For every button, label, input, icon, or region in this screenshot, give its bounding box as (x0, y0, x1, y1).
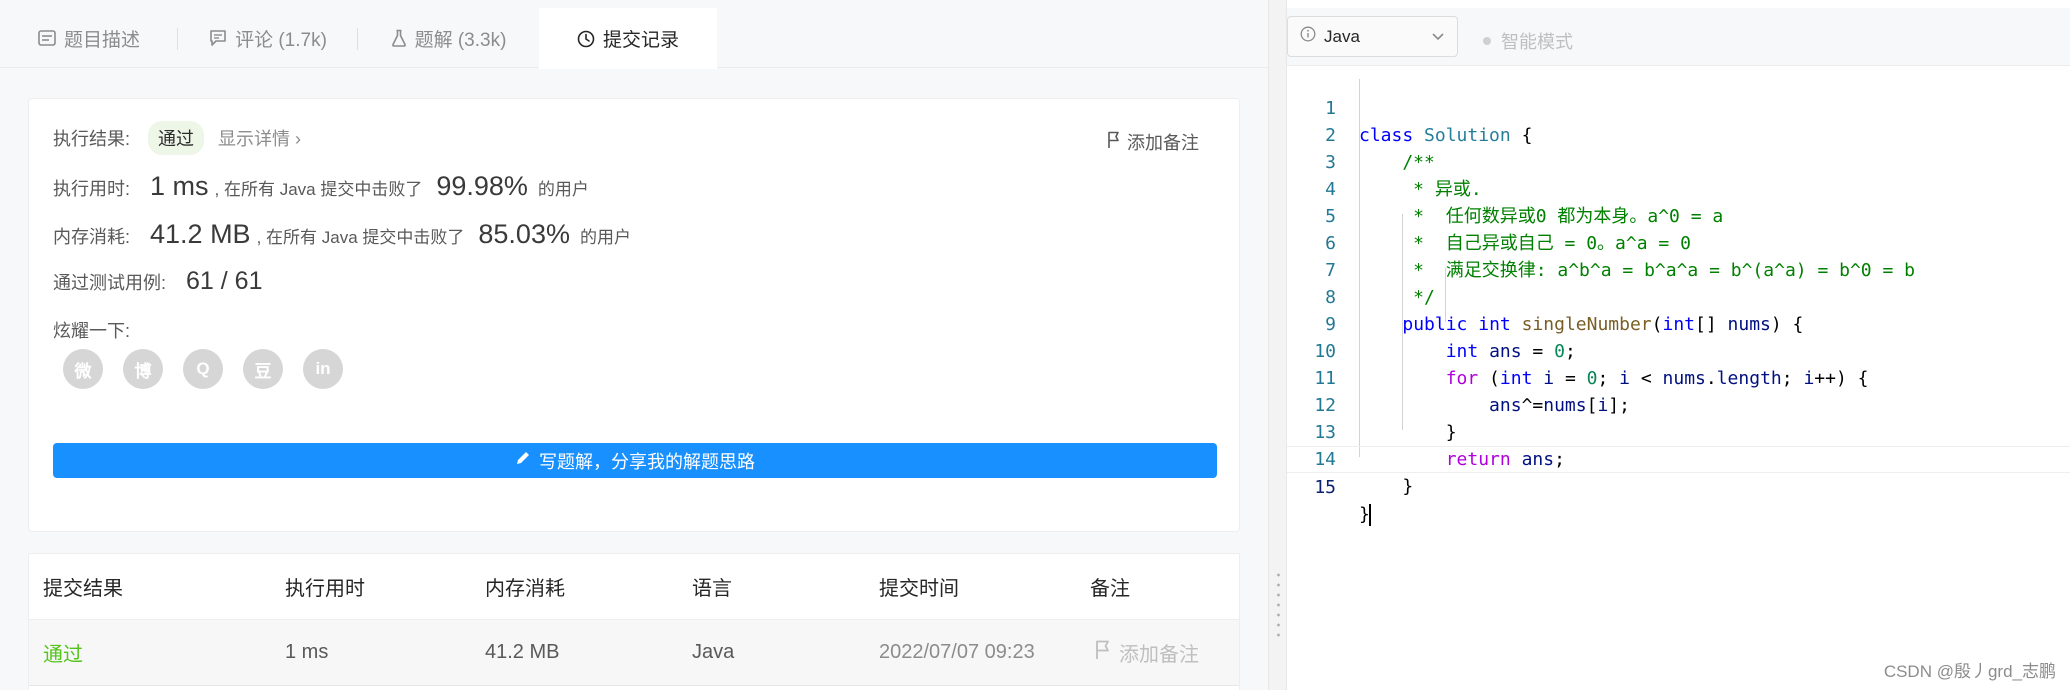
chevron-down-icon (1431, 27, 1445, 47)
info-icon (1300, 26, 1316, 47)
tab-bar: 题目描述 评论 (1.7k) 题解 (3.3k) 提交记录 (0, 8, 1268, 69)
flag-icon (1107, 131, 1121, 154)
code-line: 7 */ (1287, 230, 2070, 308)
code-line: 4 * 任何数异或0 都为本身。a^0 = a (1287, 149, 2070, 227)
add-note-button[interactable]: 添加备注 (1107, 129, 1199, 155)
testcases-value: 61 / 61 (186, 267, 263, 295)
code-line: 9 int ans = 0; (1287, 284, 2070, 362)
language-select[interactable]: Java (1287, 16, 1458, 57)
line-number: 15 (1314, 477, 1336, 498)
tab-submissions-label: 提交记录 (602, 30, 679, 51)
code-line: 5 * 自己异或自己 = 0。a^a = 0 (1287, 176, 2070, 254)
tab-solutions[interactable]: 题解 (3.3k) (358, 8, 539, 68)
wechat-icon[interactable]: 微 (63, 349, 103, 389)
code-line: 12 } (1287, 365, 2070, 443)
flask-icon (391, 29, 407, 47)
code-line: 8 public int singleNumber(int[] nums) { (1287, 257, 2070, 335)
code-line-current: 15 } (1287, 446, 2070, 526)
code-editor[interactable]: 1 class Solution { 2 /** 3 * 异或. 4 * 任何数… (1287, 68, 2070, 690)
memory-row: 内存消耗: 41.2 MB , 在所有 Java 提交中击败了 85.03% 的… (53, 219, 631, 250)
tab-description[interactable]: 题目描述 (0, 8, 178, 68)
col-time-header: 提交时间 (879, 578, 959, 600)
memory-suffix: 的用户 (579, 228, 631, 247)
app-root: 题目描述 评论 (1.7k) 题解 (3.3k) 提交记录 执行结果: 通过 显… (0, 0, 2070, 690)
drag-handle-icon (1277, 570, 1280, 640)
status-label: 执行结果: (53, 129, 131, 149)
row-submitted-time: 2022/07/07 09:23 (879, 641, 1035, 663)
add-note-label: 添加备注 (1127, 133, 1199, 153)
smart-mode-toggle[interactable]: 智能模式 (1483, 28, 1573, 54)
row-status[interactable]: 通过 (43, 638, 83, 667)
row-memory: 41.2 MB (485, 641, 560, 663)
code-text: } (1359, 504, 1371, 526)
table-header: 提交结果 执行用时 内存消耗 语言 提交时间 备注 (29, 554, 1239, 620)
smart-mode-label: 智能模式 (1501, 32, 1573, 52)
row-add-note-button[interactable]: 添加备注 (1095, 638, 1199, 667)
flag-icon (1095, 640, 1111, 666)
col-status-header: 提交结果 (43, 578, 123, 600)
col-note-header: 备注 (1090, 578, 1130, 600)
runtime-suffix: 的用户 (537, 180, 589, 199)
code-line: 3 * 异或. (1287, 122, 2070, 200)
memory-label: 内存消耗: (53, 227, 131, 247)
watermark: CSDN @殷丿grd_志鹏 (1883, 662, 2056, 681)
result-card: 执行结果: 通过 显示详情 › 添加备注 执行用时: 1 ms , 在所有 Ja… (28, 98, 1240, 532)
memory-beat-text: , 在所有 Java 提交中击败了 (256, 228, 465, 247)
write-solution-button[interactable]: 写题解，分享我的解题思路 (53, 443, 1217, 478)
pane-splitter[interactable] (1268, 0, 1287, 690)
col-memory-header: 内存消耗 (485, 578, 565, 600)
tab-solutions-label: 题解 (3.3k) (414, 29, 507, 51)
runtime-percentile: 99.98% (436, 171, 528, 201)
status-row: 执行结果: 通过 显示详情 › (53, 121, 301, 155)
douban-icon[interactable]: 豆 (243, 349, 283, 389)
clock-icon (577, 30, 595, 48)
pencil-icon (515, 450, 531, 471)
tab-comments-label: 评论 (1.7k) (235, 29, 327, 51)
col-runtime-header: 执行用时 (285, 578, 365, 600)
code-line: 13 return ans; (1287, 392, 2070, 470)
submission-pane: 题目描述 评论 (1.7k) 题解 (3.3k) 提交记录 执行结果: 通过 显… (0, 0, 1268, 690)
code-line: 10 for (int i = 0; i < nums.length; i++)… (1287, 311, 2070, 389)
code-line: 11 ans^=nums[i]; (1287, 338, 2070, 416)
tab-comments[interactable]: 评论 (1.7k) (178, 8, 358, 68)
editor-toolbar: Java 智能模式 (1287, 8, 2070, 66)
submissions-table: 提交结果 执行用时 内存消耗 语言 提交时间 备注 通过 1 ms 41.2 M… (28, 553, 1240, 690)
table-row[interactable]: 通过 1 ms 41.2 MB Java 2022/07/07 09:23 添加… (29, 620, 1239, 686)
code-line: 1 class Solution { (1287, 68, 2070, 146)
editor-pane: Java 智能模式 1 class Solution { 2 /** 3 * 异… (1287, 0, 2070, 690)
code-line: 14 } (1287, 419, 2070, 497)
share-row: 炫耀一下: (53, 317, 130, 343)
runtime-beat-text: , 在所有 Java 提交中击败了 (214, 180, 423, 199)
share-icons: 微 博 Q 豆 in (63, 349, 343, 389)
weibo-icon[interactable]: 博 (123, 349, 163, 389)
code-line: 6 * 满足交换律: a^b^a = b^a^a = b^(a^a) = b^0… (1287, 203, 2070, 281)
text-cursor (1368, 504, 1371, 526)
share-label: 炫耀一下: (53, 321, 131, 341)
write-solution-label: 写题解，分享我的解题思路 (539, 451, 755, 472)
testcases-label: 通过测试用例: (53, 273, 167, 293)
code-line: 2 /** (1287, 95, 2070, 173)
memory-percentile: 85.03% (478, 219, 570, 249)
row-add-note-label: 添加备注 (1119, 644, 1199, 666)
row-language: Java (692, 641, 735, 663)
runtime-label: 执行用时: (53, 179, 131, 199)
linkedin-icon[interactable]: in (303, 349, 343, 389)
runtime-value: 1 ms (150, 171, 209, 201)
description-icon (38, 30, 56, 46)
runtime-row: 执行用时: 1 ms , 在所有 Java 提交中击败了 99.98% 的用户 (53, 171, 589, 202)
row-runtime: 1 ms (285, 641, 329, 663)
show-detail-link[interactable]: 显示详情 › (218, 125, 301, 151)
qq-icon[interactable]: Q (183, 349, 223, 389)
status-dot-icon (1483, 37, 1491, 45)
tab-description-label: 题目描述 (63, 29, 140, 51)
status-badge: 通过 (148, 121, 205, 155)
language-value: Java (1324, 26, 1360, 46)
tab-submissions[interactable]: 提交记录 (539, 8, 717, 69)
memory-value: 41.2 MB (150, 219, 251, 249)
col-language-header: 语言 (692, 578, 732, 600)
testcases-row: 通过测试用例: 61 / 61 (53, 267, 262, 296)
comment-icon (209, 29, 227, 47)
